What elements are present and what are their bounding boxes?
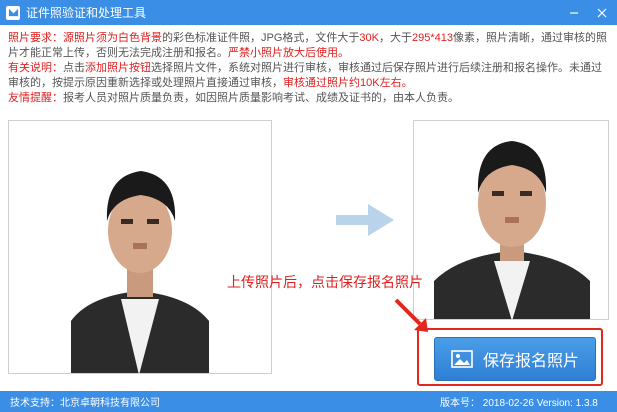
requirements-warning: 严禁小照片放大后使用。: [228, 47, 349, 59]
annotation-text: 上传照片后，点击保存报名照片: [227, 274, 423, 290]
source-photo: [9, 121, 271, 373]
requirements-white-bg: 白色背景: [118, 32, 162, 44]
requirements-text: 的彩色标准证件照，JPG格式，文件大于: [162, 32, 360, 44]
status-bar: 技术支持：北京卓朝科技有限公司 版本号： 2018-02-26 Version:…: [0, 391, 617, 412]
instructions: 照片要求：源照片须为白色背景的彩色标准证件照，JPG格式，文件大于30K，大于2…: [8, 31, 612, 106]
window-title: 证件照验证和处理工具: [26, 6, 147, 20]
requirements-30k: 30K: [359, 32, 379, 44]
close-icon: [597, 8, 607, 17]
source-photo-panel: [8, 120, 272, 374]
tip-paragraph: 友情提醒：报考人员对照片质量负责，如因照片质量影响考试、成绩及证书的，由本人负责…: [8, 91, 612, 106]
processed-photo: [414, 121, 608, 319]
arrow-right-icon: [336, 204, 394, 236]
tip-text: 报考人员对照片质量负责，如因照片质量影响考试、成绩及证书的，由本人负责。: [63, 92, 459, 104]
save-photo-label: 保存报名照片: [482, 353, 579, 370]
close-button[interactable]: [588, 0, 616, 25]
requirements-label: 照片要求：: [8, 32, 63, 44]
minimize-icon: [570, 11, 578, 14]
app-logo-icon: [6, 5, 20, 20]
notes-add-button-ref: 添加照片按钮: [85, 62, 151, 74]
tip-label: 友情提醒：: [8, 92, 63, 104]
image-icon: [451, 350, 473, 368]
minimize-button[interactable]: [560, 0, 588, 25]
tech-support-text: 技术支持：北京卓朝科技有限公司: [10, 398, 160, 409]
title-bar: 证件照验证和处理工具: [0, 0, 617, 25]
requirements-text: ，大于: [378, 32, 412, 44]
notes-size-hint: 审核通过照片约10K左右。: [283, 77, 413, 89]
requirements-text: 源照片须为: [63, 32, 118, 44]
version-text: 版本号： 2018-02-26 Version: 1.3.8: [440, 398, 598, 409]
notes-text: 点击: [63, 62, 85, 74]
requirements-paragraph: 照片要求：源照片须为白色背景的彩色标准证件照，JPG格式，文件大于30K，大于2…: [8, 31, 612, 61]
notes-label: 有关说明：: [8, 62, 63, 74]
requirements-size: 295*413: [411, 32, 453, 44]
processed-photo-panel: [413, 120, 609, 320]
save-photo-button[interactable]: 保存报名照片: [434, 337, 596, 381]
notes-paragraph: 有关说明：点击添加照片按钮选择照片文件，系统对照片进行审核，审核通过后保存照片进…: [8, 61, 612, 91]
